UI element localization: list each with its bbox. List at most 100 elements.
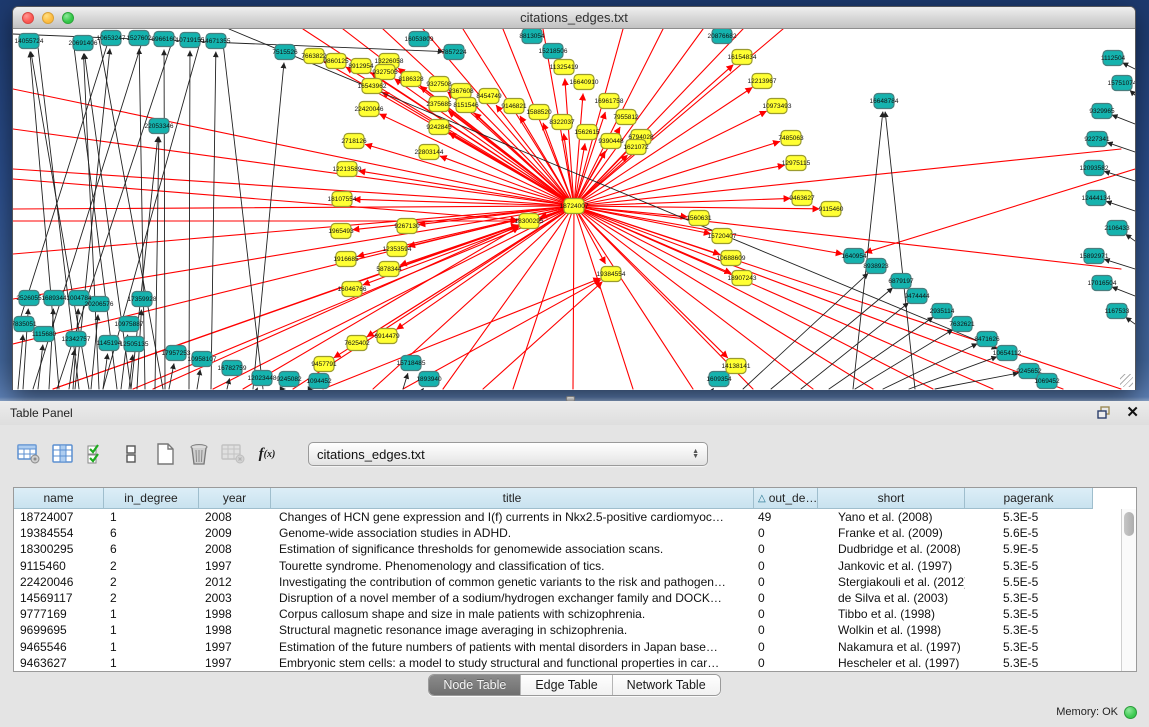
network-canvas[interactable]: 1405572420691406106532471527602696616010… bbox=[13, 29, 1135, 390]
table-tabs-bar: Node TableEdge TableNetwork Table bbox=[0, 674, 1149, 696]
table-cell: Yano et al. (2008) bbox=[818, 509, 965, 525]
network-window[interactable]: citations_edges.txt 14055724206914061065… bbox=[12, 6, 1136, 390]
table-cell: 1 bbox=[104, 639, 199, 655]
svg-text:6879197: 6879197 bbox=[888, 278, 914, 285]
table-cell: 5.5E-5 bbox=[965, 574, 1093, 590]
column-header-title[interactable]: title bbox=[271, 488, 754, 509]
close-window-icon[interactable] bbox=[22, 12, 34, 24]
split-view-icon[interactable] bbox=[116, 439, 146, 469]
table-settings-icon[interactable] bbox=[14, 439, 44, 469]
table-row[interactable]: 1830029562008Estimation of significance … bbox=[14, 541, 1136, 557]
table-cell: 1998 bbox=[199, 622, 271, 638]
table-cell: 0 bbox=[754, 590, 818, 606]
status-bar: Memory: OK bbox=[0, 697, 1149, 727]
svg-text:22420046: 22420046 bbox=[355, 106, 384, 113]
table-row[interactable]: 1938455462009Genome-wide association stu… bbox=[14, 525, 1136, 541]
table-cell: 5.3E-5 bbox=[965, 655, 1093, 671]
table-cell: Structural magnetic resonance image aver… bbox=[271, 622, 754, 638]
column-header-in-degree[interactable]: in_degree bbox=[104, 488, 199, 509]
svg-text:9860125: 9860125 bbox=[323, 58, 349, 65]
new-document-icon[interactable] bbox=[150, 439, 180, 469]
svg-text:9245652: 9245652 bbox=[1016, 368, 1042, 375]
table-cell: 18300295 bbox=[14, 541, 104, 557]
table-row[interactable]: 977716911998Corpus callosum shape and si… bbox=[14, 606, 1136, 622]
scrollbar-thumb[interactable] bbox=[1124, 512, 1134, 536]
sort-ascending-icon: △ bbox=[758, 493, 766, 504]
svg-text:10973493: 10973493 bbox=[763, 103, 792, 110]
table-cell: 9699695 bbox=[14, 622, 104, 638]
svg-text:1916685: 1916685 bbox=[333, 256, 359, 263]
table-cell: Franke et al. (2009) bbox=[818, 525, 965, 541]
svg-text:7625402: 7625402 bbox=[344, 340, 370, 347]
svg-text:5878344: 5878344 bbox=[376, 266, 402, 273]
table-row[interactable]: 946554611997Estimation of the future num… bbox=[14, 639, 1136, 655]
svg-text:1167533: 1167533 bbox=[1105, 308, 1130, 315]
table-cell: 0 bbox=[754, 639, 818, 655]
svg-text:12505135: 12505135 bbox=[120, 341, 149, 348]
svg-text:15892971: 15892971 bbox=[1080, 253, 1109, 260]
show-column-icon[interactable] bbox=[48, 439, 78, 469]
network-window-titlebar[interactable]: citations_edges.txt bbox=[13, 7, 1135, 29]
svg-text:14055724: 14055724 bbox=[15, 38, 44, 45]
svg-text:7857224: 7857224 bbox=[441, 49, 467, 56]
tab-network-table[interactable]: Network Table bbox=[613, 675, 720, 695]
svg-text:1112504: 1112504 bbox=[1101, 55, 1126, 62]
svg-text:2718126: 2718126 bbox=[341, 138, 367, 145]
column-header-name[interactable]: name bbox=[14, 488, 104, 509]
table-cell: Dudbridge et al. (2008) bbox=[818, 541, 965, 557]
svg-text:10958107: 10958107 bbox=[188, 356, 217, 363]
table-cell: Estimation of the future numbers of pati… bbox=[271, 639, 754, 655]
svg-text:7485063: 7485063 bbox=[778, 135, 804, 142]
delete-trash-icon[interactable] bbox=[184, 439, 214, 469]
close-panel-icon[interactable]: ✕ bbox=[1126, 406, 1139, 420]
table-row[interactable]: 911546021997Tourette syndrome. Phenomeno… bbox=[14, 558, 1136, 574]
table-panel-title: Table Panel bbox=[10, 406, 73, 420]
svg-text:1689344: 1689344 bbox=[41, 295, 67, 302]
table-row[interactable]: 946362711997Embryonic stem cells: a mode… bbox=[14, 655, 1136, 671]
table-row[interactable]: 2242004622012Investigating the contribut… bbox=[14, 574, 1136, 590]
svg-text:8471626: 8471626 bbox=[974, 336, 1000, 343]
table-row[interactable]: 1872400712008Changes of HCN gene express… bbox=[14, 509, 1136, 525]
column-header-out-de-[interactable]: △out_de… bbox=[754, 488, 818, 509]
table-body: 1872400712008Changes of HCN gene express… bbox=[14, 509, 1136, 671]
float-panel-icon[interactable] bbox=[1097, 406, 1112, 420]
svg-text:11325419: 11325419 bbox=[550, 64, 579, 71]
tab-node-table[interactable]: Node Table bbox=[429, 675, 521, 695]
table-cell: 9777169 bbox=[14, 606, 104, 622]
table-cell: 5.3E-5 bbox=[965, 622, 1093, 638]
table-cell: 1 bbox=[104, 606, 199, 622]
table-cell: Disruption of a novel member of a sodium… bbox=[271, 590, 754, 606]
table-selector-dropdown[interactable]: citations_edges.txt ▲▼ bbox=[308, 442, 708, 466]
svg-text:9242845: 9242845 bbox=[426, 124, 452, 131]
svg-text:22803144: 22803144 bbox=[415, 149, 444, 156]
svg-text:1562615: 1562615 bbox=[574, 129, 600, 136]
table-cell: 0 bbox=[754, 622, 818, 638]
row-selection-icon[interactable] bbox=[82, 439, 112, 469]
svg-text:15718485: 15718485 bbox=[397, 360, 426, 367]
zoom-window-icon[interactable] bbox=[62, 12, 74, 24]
svg-text:2935114: 2935114 bbox=[930, 308, 955, 315]
table-cell: 2 bbox=[104, 590, 199, 606]
import-table-icon[interactable] bbox=[218, 439, 248, 469]
table-cell: 1 bbox=[104, 655, 199, 671]
function-builder-icon[interactable]: f(x) bbox=[252, 439, 282, 469]
svg-text:17957253: 17957253 bbox=[162, 350, 191, 357]
svg-text:7632621: 7632621 bbox=[949, 321, 975, 328]
svg-text:8151546: 8151546 bbox=[453, 102, 479, 109]
column-header-year[interactable]: year bbox=[199, 488, 271, 509]
column-header-pagerank[interactable]: pagerank bbox=[965, 488, 1093, 509]
svg-text:12213589: 12213589 bbox=[333, 166, 362, 173]
table-cell: 5.3E-5 bbox=[965, 606, 1093, 622]
svg-text:9390448: 9390448 bbox=[598, 138, 624, 145]
table-vertical-scrollbar[interactable] bbox=[1121, 509, 1136, 671]
minimize-window-icon[interactable] bbox=[42, 12, 54, 24]
table-row[interactable]: 1456911722003Disruption of a novel membe… bbox=[14, 590, 1136, 606]
tab-edge-table[interactable]: Edge Table bbox=[521, 675, 612, 695]
svg-text:9474444: 9474444 bbox=[904, 293, 930, 300]
table-cell: 6 bbox=[104, 541, 199, 557]
window-resize-grip[interactable] bbox=[1120, 374, 1133, 387]
svg-text:12093582: 12093582 bbox=[1080, 165, 1109, 172]
svg-text:12444134: 12444134 bbox=[1082, 195, 1111, 202]
table-row[interactable]: 969969511998Structural magnetic resonanc… bbox=[14, 622, 1136, 638]
column-header-short[interactable]: short bbox=[818, 488, 965, 509]
